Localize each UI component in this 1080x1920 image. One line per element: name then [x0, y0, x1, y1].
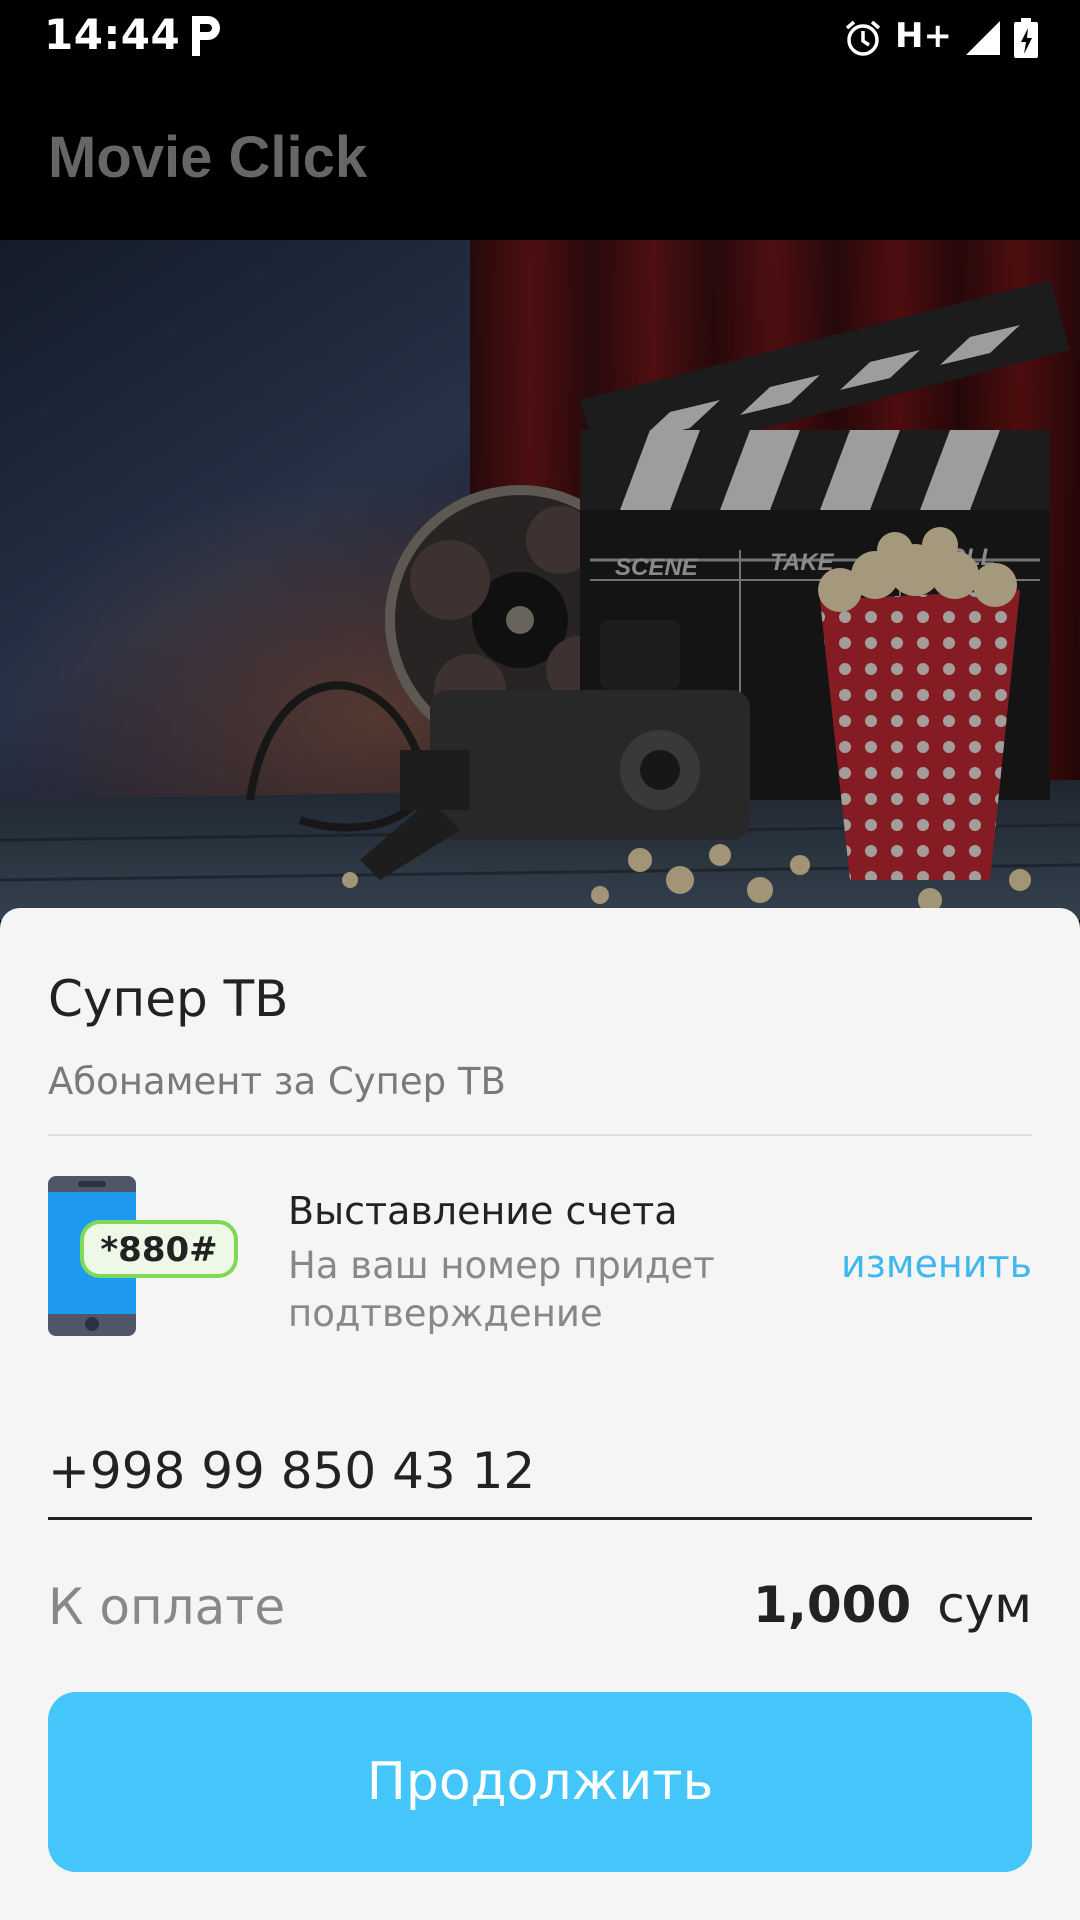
change-billing-link[interactable]: изменить — [841, 1242, 1032, 1286]
payment-label: К оплате — [48, 1578, 286, 1636]
continue-button[interactable]: Продолжить — [48, 1692, 1032, 1872]
payment-amount-value: 1,000 — [753, 1576, 912, 1634]
billing-title: Выставление счета — [288, 1189, 678, 1233]
divider — [48, 1134, 1032, 1136]
service-title: Супер ТВ — [48, 970, 289, 1028]
status-bar: 14:44 H+ — [0, 0, 1080, 74]
network-type-label: H+ — [895, 16, 952, 56]
ussd-code-text: *880# — [100, 1230, 217, 1270]
battery-charging-icon — [1014, 18, 1038, 58]
alarm-icon — [845, 20, 881, 56]
billing-description: На ваш номер придет подтверждение — [288, 1244, 715, 1335]
status-time: 14:44 — [44, 10, 181, 59]
app-toolbar: Movie Click — [0, 74, 1080, 240]
status-icons: H+ — [843, 14, 1038, 62]
billing-text: Выставление счета На ваш номер придет по… — [288, 1186, 848, 1338]
payment-currency: сум — [937, 1576, 1032, 1634]
app-title: Movie Click — [48, 125, 368, 190]
parking-p-icon — [192, 16, 220, 56]
signal-icon — [966, 21, 1000, 55]
phone-number-field[interactable] — [48, 1424, 1032, 1520]
payment-sheet: Супер ТВ Абонамент за Супер ТВ *880# Выс… — [0, 908, 1080, 1920]
cinema-illustration: SCENE TAKE ROLL — [0, 240, 1080, 920]
service-subtitle: Абонамент за Супер ТВ — [48, 1060, 506, 1103]
hero-image: SCENE TAKE ROLL — [0, 240, 1080, 920]
screen: 14:44 H+ Movie Click SCENE TAKE Супер ТВ… — [0, 0, 1080, 1920]
ussd-phone-icon: *880# — [48, 1176, 238, 1336]
billing-method-row: *880# Выставление счета На ваш номер при… — [48, 1176, 1032, 1336]
payment-amount: 1,000 сум — [753, 1576, 1032, 1634]
